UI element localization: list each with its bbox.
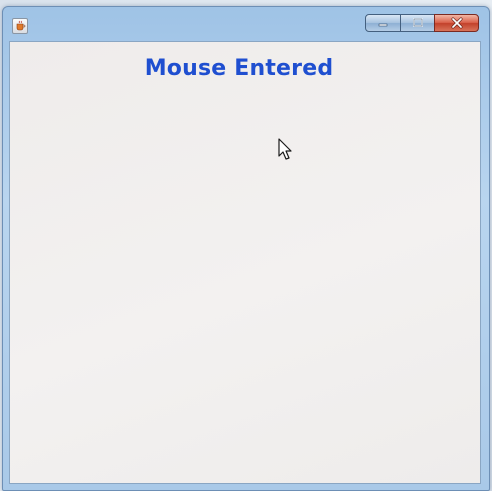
app-window: Mouse Entered: [2, 6, 490, 491]
minimize-button[interactable]: [365, 14, 401, 32]
maximize-icon: [412, 18, 423, 27]
mouse-status-label: Mouse Entered: [144, 56, 334, 81]
content-panel[interactable]: Mouse Entered: [9, 41, 481, 484]
maximize-button[interactable]: [400, 14, 435, 32]
close-button[interactable]: [434, 14, 479, 32]
java-coffee-cup-icon[interactable]: [12, 18, 28, 34]
desktop-screen: Mouse Entered: [0, 0, 492, 491]
close-icon: [451, 17, 462, 29]
title-bar[interactable]: [3, 7, 489, 41]
minimize-icon: [378, 23, 388, 27]
arrow-cursor-icon: [278, 138, 292, 160]
